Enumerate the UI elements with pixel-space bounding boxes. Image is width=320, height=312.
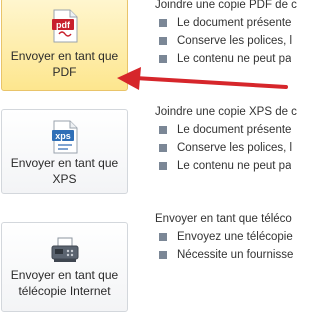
red-arrow-annotation [117, 67, 288, 90]
send-options-panel: pdf Envoyer en tant que PDF xps Envoyer … [0, 0, 300, 312]
